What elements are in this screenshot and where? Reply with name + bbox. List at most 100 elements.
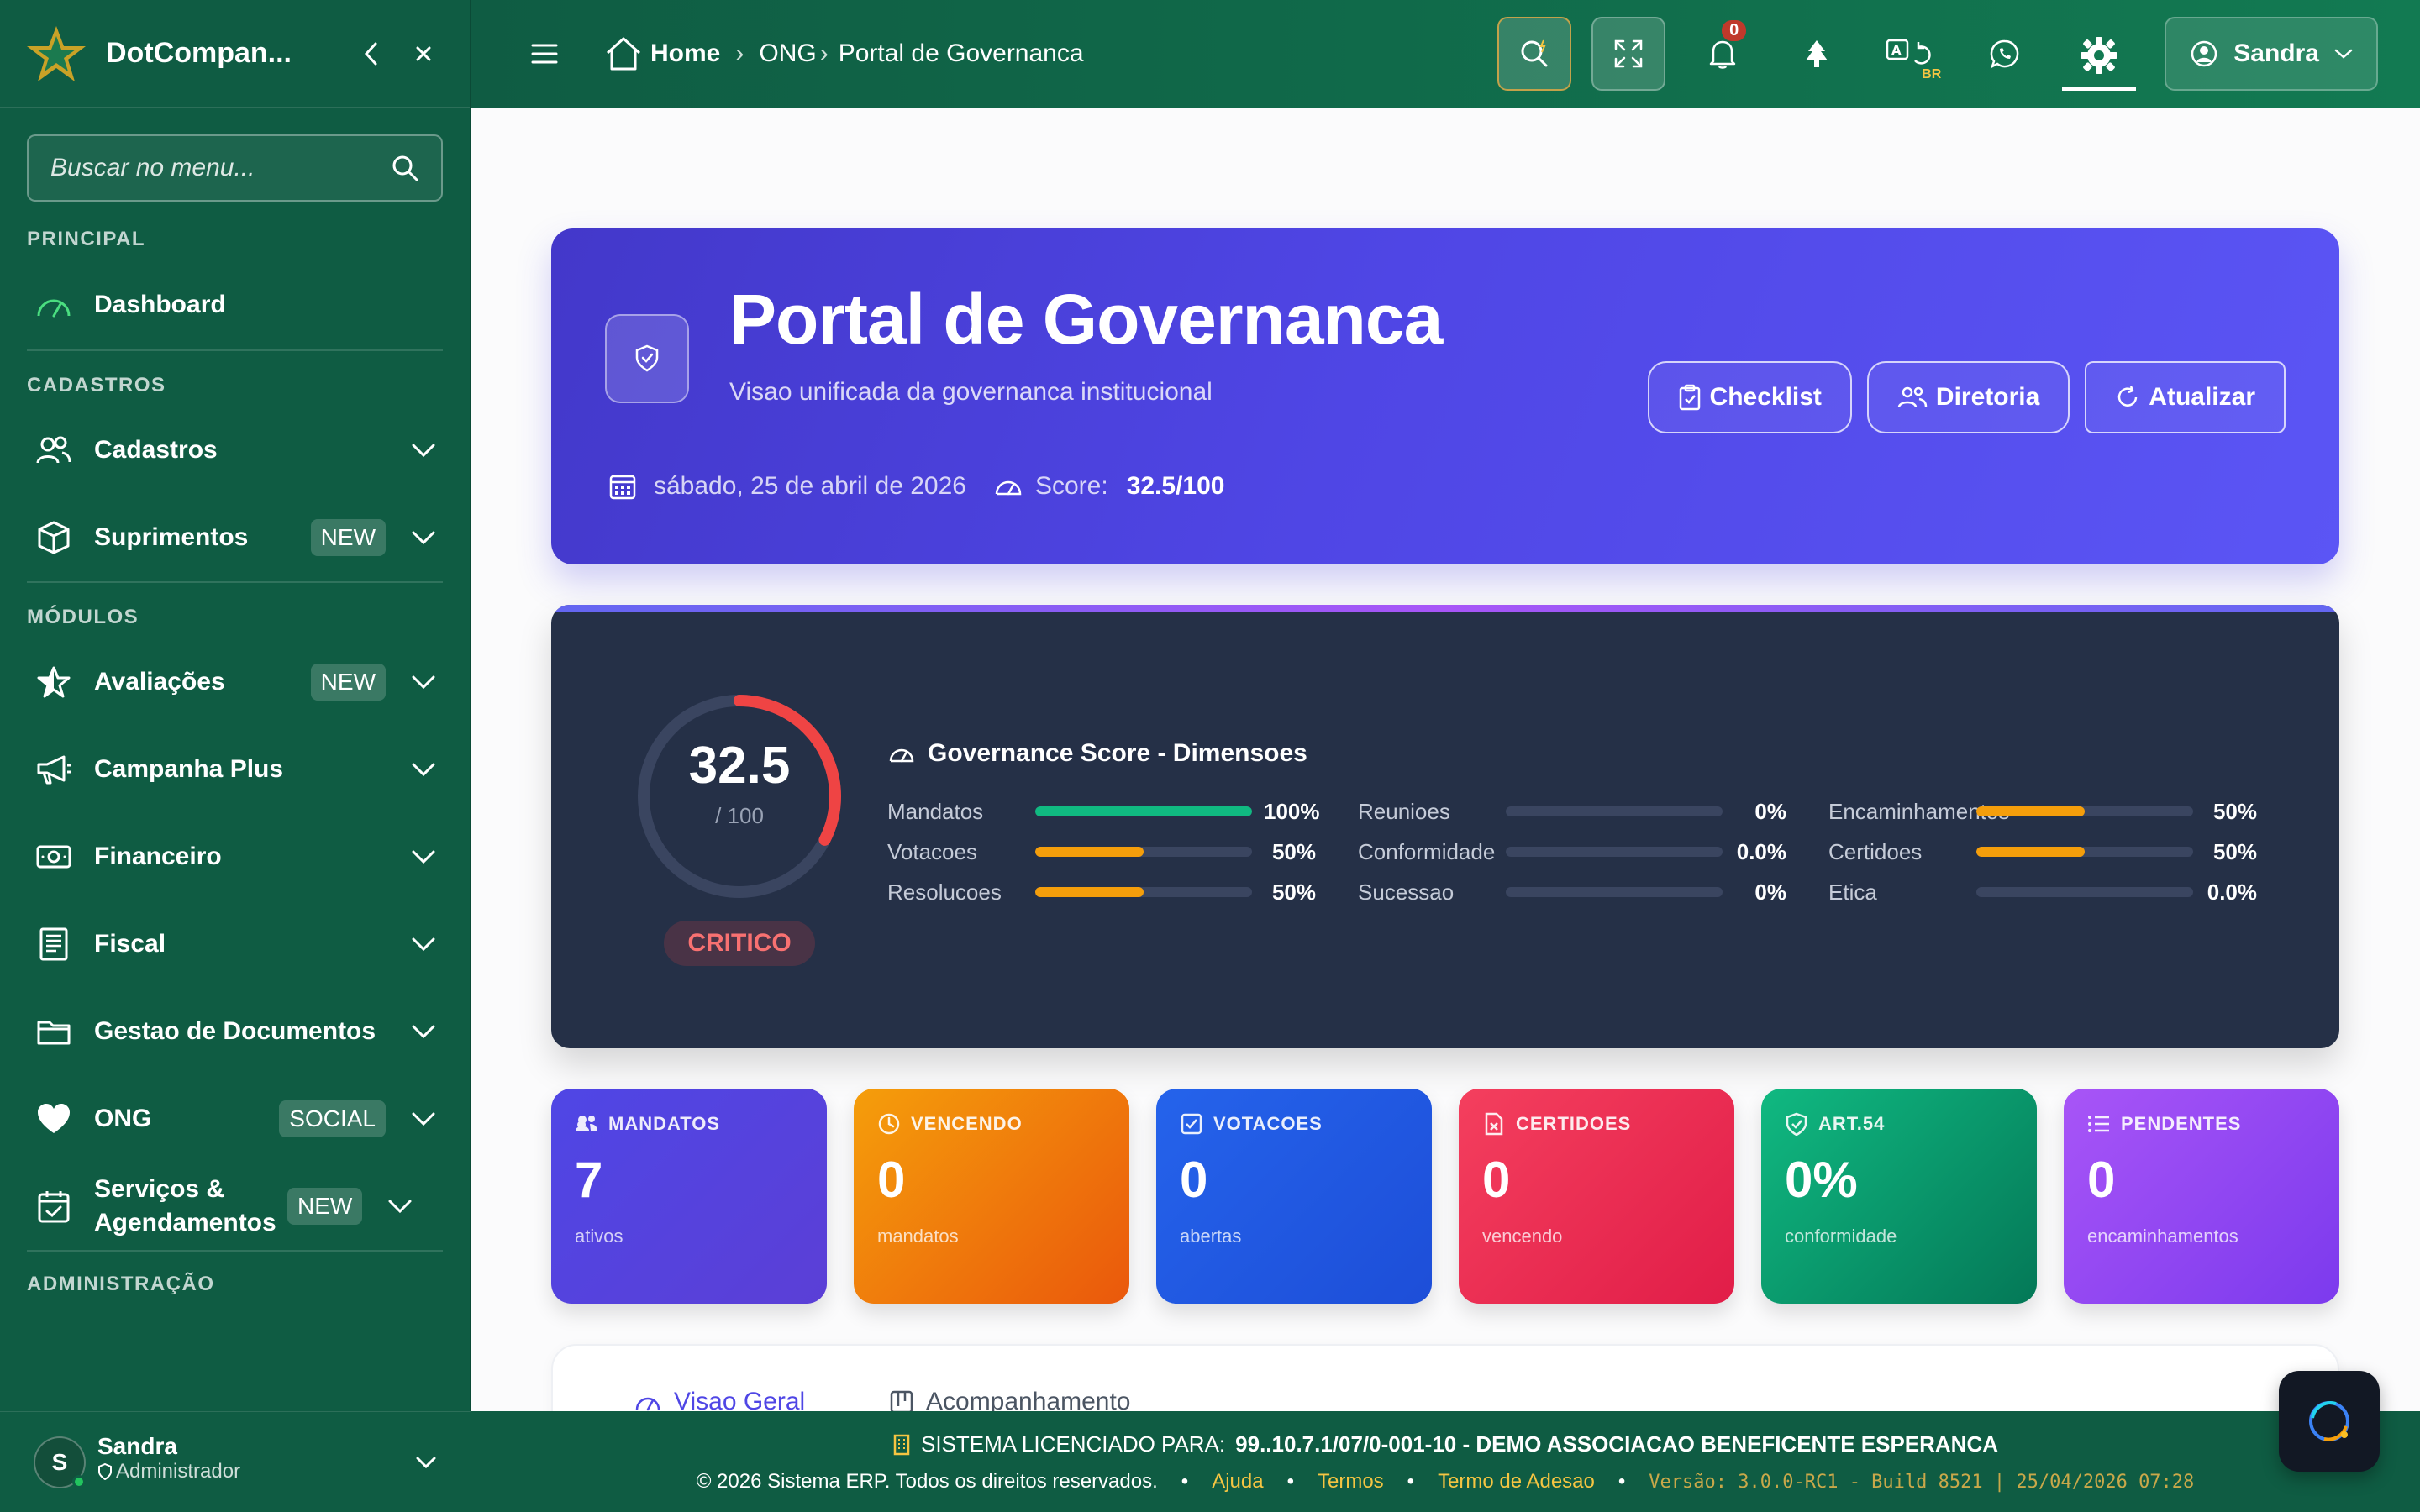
page-title: Portal de Governanca — [729, 280, 1443, 359]
stat-card-art-54[interactable]: ART.54 0% conformidade — [1761, 1089, 2037, 1304]
heart-icon — [34, 1099, 74, 1139]
new-badge: NEW — [287, 1188, 363, 1225]
dimension-bar-track — [1976, 887, 2193, 897]
menu-search-input[interactable]: Buscar no menu... — [27, 134, 443, 202]
language-button[interactable]: A BR — [1874, 17, 1948, 91]
breadcrumb: Home › ONG › Portal de Governanca — [565, 36, 1477, 71]
breadcrumb-home[interactable]: Home — [605, 36, 720, 71]
money-icon — [34, 837, 74, 877]
stat-sub: conformidade — [1785, 1226, 1897, 1247]
stat-card-votacoes[interactable]: VOTACOES 0 abertas — [1156, 1089, 1432, 1304]
dimension-name: Certidoes — [1828, 838, 1923, 864]
hamburger-menu-button[interactable] — [531, 43, 565, 65]
global-search-button[interactable] — [1497, 17, 1572, 91]
sidebar-item-gestao-documentos[interactable]: Gestao de Documentos — [0, 988, 470, 1075]
assistant-fab-button[interactable] — [2279, 1371, 2380, 1472]
stat-card-certidoes[interactable]: CERTIDOES 0 vencendo — [1459, 1089, 1734, 1304]
footer-bullet: • — [1286, 1470, 1294, 1493]
dimension-percent: 50% — [1271, 879, 1316, 905]
stat-card-pendentes[interactable]: PENDENTES 0 encaminhamentos — [2064, 1089, 2339, 1304]
dimension-percent: 0% — [1754, 798, 1786, 824]
sidebar-item-label: Cadastros — [94, 436, 218, 464]
sidebar-item-label: Campanha Plus — [94, 755, 284, 783]
sidebar-item-cadastros[interactable]: Cadastros — [0, 407, 470, 494]
avatar: S — [34, 1436, 86, 1488]
user-menu[interactable]: S Sandra Administrador — [0, 1411, 471, 1512]
dimension-percent: 50% — [2212, 838, 2257, 864]
dimension-bar-fill — [1976, 847, 2085, 857]
stat-card-vencendo[interactable]: VENCENDO 0 mandatos — [854, 1089, 1129, 1304]
section-administracao: ADMINISTRAÇÃO — [27, 1273, 215, 1295]
dimension-name: Encaminhamentos — [1828, 798, 2010, 824]
user-name: Sandra — [97, 1432, 177, 1459]
search-icon — [1521, 39, 1548, 67]
fullscreen-button[interactable] — [1591, 17, 1666, 91]
stat-sub: vencendo — [1482, 1226, 1563, 1247]
users-icon — [34, 430, 74, 470]
clock-icon — [878, 1113, 900, 1135]
file-x-icon — [1485, 1112, 1503, 1136]
whatsapp-icon — [1991, 39, 2019, 69]
collapse-sidebar-button[interactable] — [350, 33, 392, 75]
stat-card-header: MANDATOS — [575, 1112, 803, 1136]
dimension-bar-fill — [1035, 847, 1144, 857]
tab-visao-geral[interactable]: Visao Geral — [634, 1388, 805, 1411]
notifications-button[interactable]: 0 — [1686, 17, 1760, 91]
score-max: / 100 — [715, 803, 764, 828]
diretoria-button[interactable]: Diretoria — [1866, 361, 2070, 433]
checklist-button[interactable]: Checklist — [1647, 361, 1852, 433]
dimension-bar-track — [1506, 806, 1723, 816]
dimension-percent: 0% — [1754, 879, 1786, 905]
star-logo-icon — [27, 25, 86, 81]
sidebar-item-avaliacoes[interactable]: Avaliações NEW — [0, 638, 470, 726]
breadcrumb-ong[interactable]: ONG — [759, 39, 816, 68]
footer-link-termo-adesao[interactable]: Termo de Adesao — [1438, 1470, 1595, 1494]
sidebar-item-servicos-agendamentos[interactable]: Serviços & Agendamentos NEW — [0, 1163, 470, 1250]
receipt-icon — [34, 924, 74, 964]
status-badge: CRITICO — [664, 921, 815, 966]
sidebar-item-dashboard[interactable]: Dashboard — [0, 260, 470, 349]
tree-icon — [1806, 40, 1828, 67]
tree-button[interactable] — [1780, 17, 1854, 91]
sidebar-item-ong[interactable]: ONG SOCIAL — [0, 1075, 470, 1163]
license-line: SISTEMA LICENCIADO PARA: 99..10.7.1/07/0… — [471, 1431, 2420, 1457]
footer-link-ajuda[interactable]: Ajuda — [1212, 1470, 1263, 1494]
whatsapp-button[interactable] — [1968, 17, 2042, 91]
atualizar-button-label: Atualizar — [2149, 383, 2255, 411]
dimensions-title-row: Governance Score - Dimensoes — [887, 739, 1307, 768]
version-info: Versão: 3.0.0-RC1 - Build 8521 | 25/04/2… — [1649, 1471, 2195, 1493]
sidebar-item-campanha-plus[interactable]: Campanha Plus — [0, 726, 470, 813]
tab-acompanhamento[interactable]: Acompanhamento — [889, 1388, 1131, 1411]
refresh-icon — [2118, 386, 2138, 407]
atualizar-button[interactable]: Atualizar — [2085, 361, 2286, 433]
user-dropdown-button[interactable]: Sandra — [2165, 17, 2378, 91]
stat-card-mandatos[interactable]: MANDATOS 7 ativos — [551, 1089, 827, 1304]
home-icon — [606, 37, 641, 71]
dimension-bar-track — [1506, 887, 1723, 897]
footer-links: © 2026 Sistema ERP. Todos os direitos re… — [471, 1470, 2420, 1494]
box-icon — [34, 517, 74, 558]
dimension-name: Sucessao — [1358, 879, 1455, 905]
dimension-name: Resolucoes — [887, 879, 1002, 905]
chevron-down-icon — [412, 1112, 435, 1126]
stat-card-header: VOTACOES — [1180, 1112, 1408, 1136]
footer-link-termos[interactable]: Termos — [1318, 1470, 1384, 1494]
diretoria-button-label: Diretoria — [1935, 383, 2040, 411]
new-badge: NEW — [310, 519, 386, 556]
stat-sub: abertas — [1180, 1226, 1242, 1247]
stat-label: VENCENDO — [911, 1113, 1023, 1134]
sidebar-item-fiscal[interactable]: Fiscal — [0, 900, 470, 988]
footer-bullet: • — [1181, 1470, 1189, 1493]
copyright: © 2026 Sistema ERP. Todos os direitos re… — [696, 1470, 1158, 1493]
main-content: Portal de Governanca Visao unificada da … — [471, 108, 2420, 1411]
sidebar: DotCompan... Buscar no menu... PRINCIPAL… — [0, 0, 471, 1512]
sidebar-item-label: ONG — [94, 1105, 152, 1132]
footer-bullet: • — [1618, 1470, 1626, 1493]
stat-label: ART.54 — [1818, 1113, 1886, 1134]
close-sidebar-button[interactable] — [402, 33, 445, 75]
sidebar-item-financeiro[interactable]: Financeiro — [0, 813, 470, 900]
stat-sub: ativos — [575, 1226, 623, 1247]
breadcrumb-home-label: Home — [650, 39, 721, 67]
settings-button[interactable] — [2062, 24, 2137, 91]
sidebar-item-suprimentos[interactable]: Suprimentos NEW — [0, 494, 470, 581]
